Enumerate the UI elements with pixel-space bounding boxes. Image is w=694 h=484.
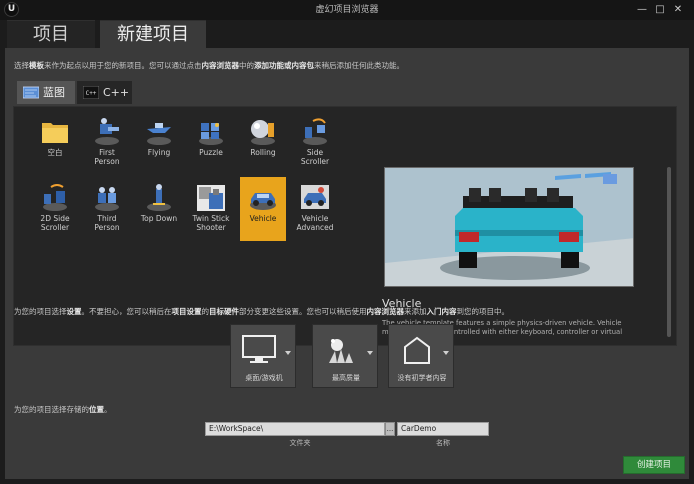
template-rolling[interactable]: Rolling <box>240 111 286 175</box>
new-project-panel: 选择模板来作为起点以用于您的新项目。您可以通过点击内容浏览器中的添加功能或内容包… <box>5 48 689 479</box>
template-instructions: 选择模板来作为起点以用于您的新项目。您可以通过点击内容浏览器中的添加功能或内容包… <box>14 61 404 70</box>
vehicle-preview-icon <box>385 168 633 286</box>
tab-projects[interactable]: 项目 <box>7 20 95 48</box>
template-2d-side-scroller[interactable]: 2D Side Scroller <box>32 177 78 241</box>
template-label: Twin Stick Shooter <box>192 214 230 232</box>
setting-label: 最高质量 <box>332 374 360 382</box>
setting-label: 没有初学者内容 <box>397 374 447 382</box>
template-first-person[interactable]: First Person <box>84 111 130 175</box>
graphics-quality-setting[interactable]: 最高质量 <box>312 324 378 388</box>
window-title: 虚幻项目浏览器 <box>315 5 379 15</box>
tab-new-project[interactable]: 新建项目 <box>100 20 206 48</box>
close-button[interactable]: ✕ <box>672 4 684 16</box>
template-label: Puzzle <box>199 148 223 157</box>
chevron-down-icon <box>443 351 449 355</box>
title-bar: U 虚幻项目浏览器 — □ ✕ <box>0 0 694 20</box>
rolling-icon <box>251 120 275 145</box>
main-tab-bar: 项目 新建项目 <box>0 20 694 48</box>
blueprint-icon <box>23 86 39 99</box>
2d-side-scroller-icon <box>43 184 67 211</box>
chevron-down-icon <box>285 351 291 355</box>
maximize-button[interactable]: □ <box>654 4 666 16</box>
hardware-target-setting[interactable]: 桌面/游戏机 <box>230 324 296 388</box>
template-twin-stick-shooter[interactable]: Twin Stick Shooter <box>188 177 234 241</box>
template-side-scroller[interactable]: Side Scroller <box>292 111 338 175</box>
template-label: Third Person <box>94 214 120 232</box>
browse-folder-button[interactable]: ... <box>385 422 395 436</box>
side-scroller-icon <box>303 118 327 145</box>
flying-icon <box>147 123 171 145</box>
vehicle-icon <box>250 193 276 210</box>
setting-label: 桌面/游戏机 <box>245 374 283 382</box>
template-label: Side Scroller <box>300 148 330 166</box>
name-caption: 名称 <box>436 439 450 447</box>
third-person-icon <box>95 187 119 211</box>
minimize-button[interactable]: — <box>636 4 648 16</box>
template-label: Flying <box>147 148 171 157</box>
puzzle-icon <box>199 123 223 145</box>
empty-box-icon <box>404 336 430 364</box>
template-preview-image <box>384 167 634 287</box>
twin-stick-shooter-icon <box>197 185 225 211</box>
tab-cpp-label: C++ <box>103 86 130 99</box>
template-vehicle[interactable]: Vehicle <box>240 177 286 241</box>
create-project-button[interactable]: 创建项目 <box>623 456 685 474</box>
template-top-down[interactable]: Top Down <box>136 177 182 241</box>
template-label: Vehicle Advanced <box>296 214 334 232</box>
folder-caption: 文件夹 <box>289 439 311 447</box>
tab-blueprint[interactable]: 蓝图 <box>17 81 75 104</box>
template-vehicle-advanced[interactable]: Vehicle Advanced <box>292 177 338 241</box>
cpp-icon: C++ <box>83 86 99 99</box>
top-down-icon <box>147 184 171 211</box>
folder-path-input[interactable]: E:\WorkSpace\ <box>205 422 385 436</box>
quality-sparkle-icon <box>329 339 353 363</box>
template-label: Rolling <box>250 148 276 157</box>
blank-folder-icon <box>42 123 68 143</box>
template-third-person[interactable]: Third Person <box>84 177 130 241</box>
template-label: Top Down <box>140 214 178 223</box>
template-label: 2D Side Scroller <box>40 214 70 232</box>
tab-blueprint-label: 蓝图 <box>43 86 65 99</box>
starter-content-setting[interactable]: 没有初学者内容 <box>388 324 454 388</box>
preview-scrollbar[interactable] <box>667 167 671 337</box>
monitor-icon <box>242 335 276 363</box>
chevron-down-icon <box>367 351 373 355</box>
svg-text:C++: C++ <box>86 90 97 97</box>
first-person-icon <box>95 118 119 145</box>
template-label: First Person <box>94 148 120 166</box>
template-puzzle[interactable]: Puzzle <box>188 111 234 175</box>
template-label: Vehicle <box>249 214 277 223</box>
tab-cpp[interactable]: C++ C++ <box>77 81 132 104</box>
template-blank[interactable]: 空白 <box>32 111 78 175</box>
project-name-input[interactable]: CarDemo <box>397 422 489 436</box>
template-flying[interactable]: Flying <box>136 111 182 175</box>
location-instructions: 为您的项目选择存储的位置。 <box>14 405 112 414</box>
vehicle-advanced-icon <box>301 185 329 209</box>
template-label: 空白 <box>47 148 63 157</box>
settings-instructions: 为您的项目选择设置。不要担心，您可以稍后在项目设置的目标硬件部分变更这些设置。您… <box>14 307 509 316</box>
